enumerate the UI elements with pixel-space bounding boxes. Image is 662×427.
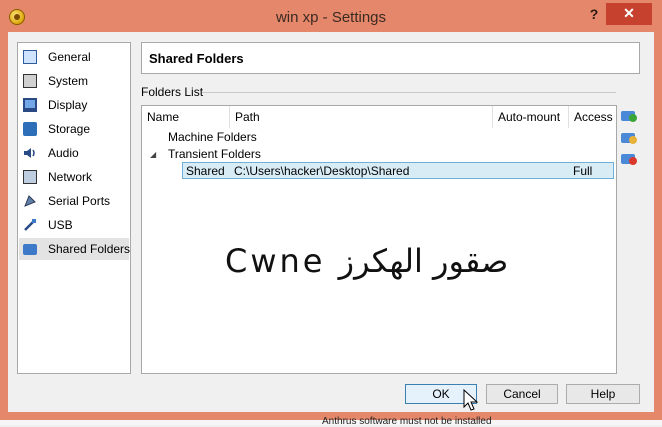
watermark-text: Cwne صقور الهكرز bbox=[225, 242, 509, 280]
help-button[interactable]: Help bbox=[566, 384, 640, 404]
column-header-path[interactable]: Path bbox=[230, 106, 493, 128]
column-header-name[interactable]: Name bbox=[142, 106, 230, 128]
column-header-auto-mount[interactable]: Auto-mount bbox=[493, 106, 569, 128]
folders-list-label: Folders List bbox=[141, 85, 204, 99]
tree-group-transient-folders[interactable]: Transient Folders bbox=[168, 147, 261, 161]
sidebar-item-shared-folders[interactable]: Shared Folders bbox=[19, 238, 131, 260]
sidebar-item-label: System bbox=[48, 74, 89, 88]
audio-icon bbox=[24, 148, 35, 158]
mouse-cursor-icon bbox=[463, 388, 479, 411]
network-icon bbox=[23, 170, 37, 184]
remove-folder-button[interactable] bbox=[621, 151, 637, 165]
edit-badge-icon bbox=[629, 136, 637, 144]
table-row[interactable]: Shared C:\Users\hacker\Desktop\Shared Fu… bbox=[182, 162, 614, 179]
sidebar-item-system[interactable]: System bbox=[19, 70, 129, 92]
sidebar-item-network[interactable]: Network bbox=[19, 166, 129, 188]
general-icon bbox=[23, 50, 37, 64]
sidebar-item-label: Shared Folders bbox=[48, 242, 131, 256]
serial-ports-icon bbox=[24, 195, 36, 207]
storage-icon bbox=[23, 122, 37, 136]
sidebar-item-storage[interactable]: Storage bbox=[19, 118, 129, 140]
sidebar-item-label: Serial Ports bbox=[48, 194, 111, 208]
page-title: Shared Folders bbox=[149, 51, 244, 66]
sidebar-item-label: Display bbox=[48, 98, 88, 112]
edit-folder-button[interactable] bbox=[621, 130, 637, 144]
system-icon bbox=[23, 74, 37, 88]
title-bar[interactable]: win xp - Settings ? ✕ bbox=[0, 0, 662, 36]
sidebar-item-label: Audio bbox=[48, 146, 79, 160]
close-button[interactable]: ✕ bbox=[606, 3, 652, 25]
row-access: Full bbox=[573, 164, 593, 178]
settings-sidebar: General System Display Storage Audio Net… bbox=[17, 42, 131, 374]
sidebar-item-display[interactable]: Display bbox=[19, 94, 129, 116]
column-header-access[interactable]: Access bbox=[569, 106, 616, 128]
display-icon bbox=[23, 98, 37, 112]
shared-folders-icon bbox=[23, 244, 37, 255]
sidebar-item-usb[interactable]: USB bbox=[19, 214, 129, 236]
sidebar-item-label: Network bbox=[48, 170, 93, 184]
section-divider bbox=[202, 92, 616, 93]
sidebar-item-label: USB bbox=[48, 218, 73, 232]
tree-group-machine-folders[interactable]: Machine Folders bbox=[168, 130, 257, 144]
sidebar-item-audio[interactable]: Audio bbox=[19, 142, 129, 164]
row-path: C:\Users\hacker\Desktop\Shared bbox=[234, 164, 410, 178]
minus-badge-icon bbox=[629, 157, 637, 165]
plus-badge-icon bbox=[629, 114, 637, 122]
sidebar-item-label: General bbox=[48, 50, 91, 64]
add-folder-button[interactable] bbox=[621, 108, 637, 122]
usb-icon bbox=[24, 219, 36, 231]
sidebar-item-label: Storage bbox=[48, 122, 91, 136]
sidebar-item-general[interactable]: General bbox=[19, 46, 129, 68]
sidebar-item-serial-ports[interactable]: Serial Ports bbox=[19, 190, 129, 212]
page-header: Shared Folders bbox=[141, 42, 640, 74]
help-title-button[interactable]: ? bbox=[588, 7, 600, 21]
cancel-button[interactable]: Cancel bbox=[486, 384, 558, 404]
window-title: win xp - Settings bbox=[275, 9, 387, 26]
background-text: Anthrus software must not be installed bbox=[322, 416, 492, 427]
expand-arrow-icon[interactable]: ◢ bbox=[150, 150, 156, 159]
row-name: Shared bbox=[186, 164, 225, 178]
folders-table[interactable]: Name Path Auto-mount Access Machine Fold… bbox=[141, 105, 617, 374]
